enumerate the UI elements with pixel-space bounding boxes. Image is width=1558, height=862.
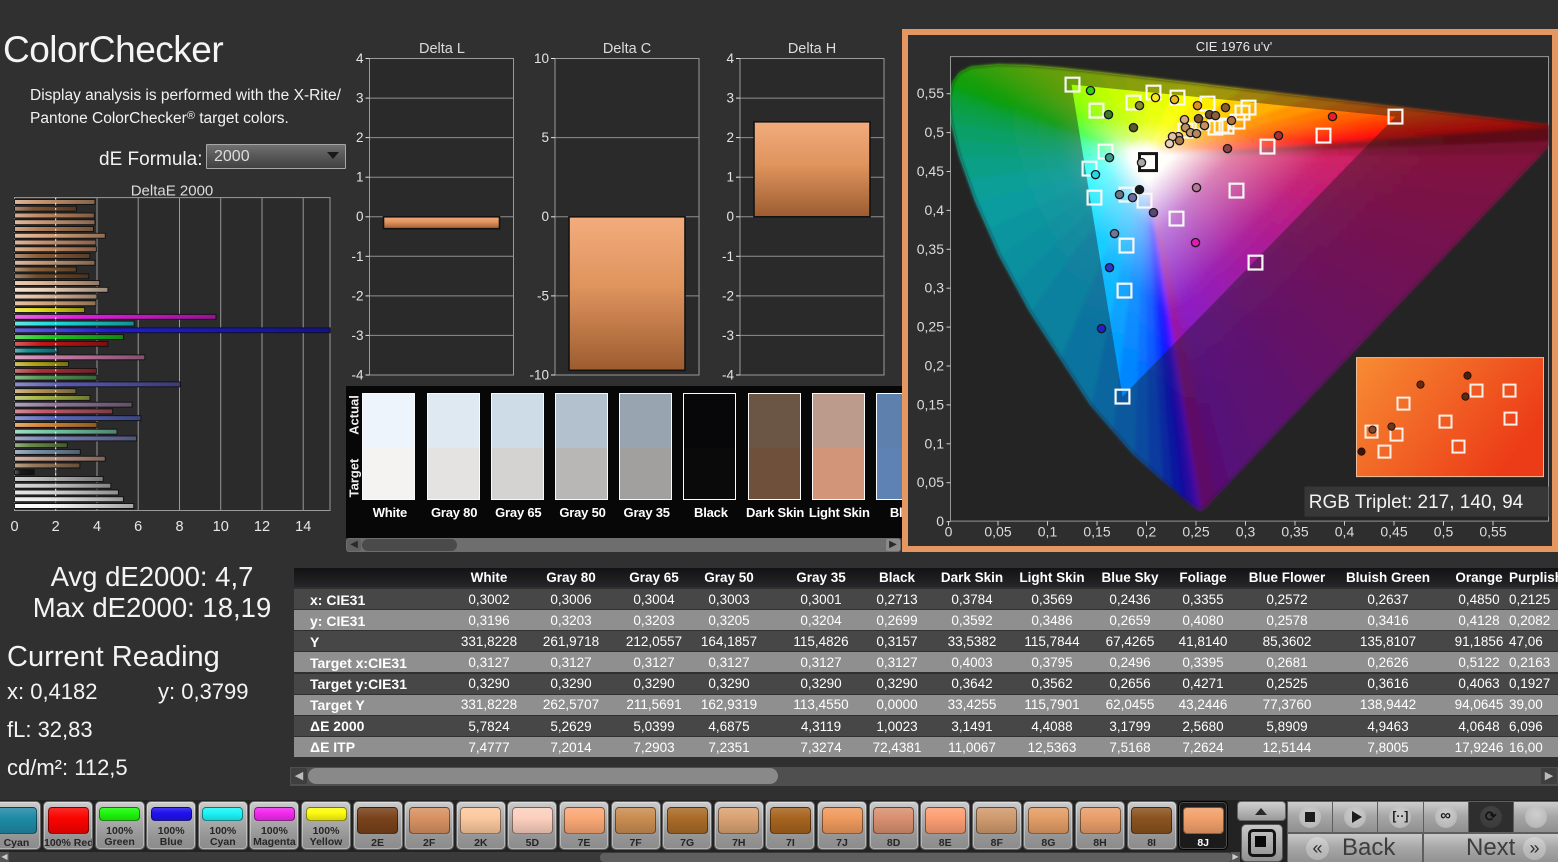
svg-text:0,05: 0,05	[917, 474, 944, 490]
svg-text:0,45: 0,45	[917, 163, 944, 179]
svg-text:-3: -3	[722, 328, 734, 343]
svg-text:14: 14	[295, 519, 311, 535]
svg-text:0,5: 0,5	[925, 124, 945, 140]
svg-text:0,5: 0,5	[1434, 524, 1454, 540]
svg-text:-4: -4	[351, 368, 363, 383]
svg-text:2: 2	[726, 130, 734, 145]
svg-text:2: 2	[356, 130, 364, 145]
svg-text:3: 3	[726, 91, 734, 106]
svg-text:Delta C: Delta C	[603, 41, 651, 57]
svg-text:4: 4	[726, 51, 734, 66]
svg-text:12: 12	[254, 519, 270, 535]
svg-text:0,4: 0,4	[1335, 524, 1355, 540]
svg-text:6: 6	[134, 519, 142, 535]
svg-text:Delta H: Delta H	[788, 41, 836, 57]
svg-text:10: 10	[213, 519, 229, 535]
svg-text:0,3: 0,3	[1236, 524, 1256, 540]
svg-text:4: 4	[93, 519, 101, 535]
svg-text:0: 0	[726, 209, 734, 224]
svg-text:-3: -3	[351, 328, 363, 343]
svg-text:5: 5	[541, 130, 549, 145]
svg-text:-2: -2	[351, 288, 363, 303]
svg-text:0,1: 0,1	[925, 435, 945, 451]
svg-text:CIE 1976 u'v': CIE 1976 u'v'	[1196, 39, 1273, 54]
svg-text:0,05: 0,05	[984, 524, 1011, 540]
svg-text:0,2: 0,2	[925, 358, 945, 374]
svg-text:-2: -2	[722, 288, 734, 303]
svg-text:0,55: 0,55	[917, 85, 944, 101]
svg-text:0,3: 0,3	[925, 280, 945, 296]
svg-text:0: 0	[936, 513, 944, 529]
svg-text:-10: -10	[529, 368, 549, 383]
svg-text:0,25: 0,25	[1182, 524, 1209, 540]
svg-text:1: 1	[356, 170, 364, 185]
svg-text:Delta L: Delta L	[419, 41, 465, 57]
svg-text:0,2: 0,2	[1137, 524, 1157, 540]
svg-text:RGB Triplet: 217, 140, 94: RGB Triplet: 217, 140, 94	[1309, 492, 1524, 513]
svg-text:3: 3	[356, 91, 364, 106]
svg-text:0,1: 0,1	[1038, 524, 1058, 540]
svg-text:-5: -5	[537, 288, 549, 303]
svg-text:0,45: 0,45	[1380, 524, 1407, 540]
svg-text:0: 0	[10, 519, 18, 535]
svg-text:0,55: 0,55	[1479, 524, 1506, 540]
svg-text:0,25: 0,25	[917, 319, 944, 335]
svg-text:2: 2	[52, 519, 60, 535]
svg-text:1: 1	[726, 170, 734, 185]
svg-text:0,35: 0,35	[1281, 524, 1308, 540]
svg-text:10: 10	[534, 51, 549, 66]
svg-text:0,35: 0,35	[917, 241, 944, 257]
svg-text:4: 4	[356, 51, 364, 66]
svg-text:0: 0	[541, 209, 549, 224]
svg-text:0: 0	[356, 209, 364, 224]
svg-text:-1: -1	[351, 249, 363, 264]
svg-text:-4: -4	[722, 368, 734, 383]
svg-text:0,15: 0,15	[917, 396, 944, 412]
svg-text:-1: -1	[722, 249, 734, 264]
svg-text:0,15: 0,15	[1083, 524, 1110, 540]
svg-text:8: 8	[175, 519, 183, 535]
svg-text:0,4: 0,4	[925, 202, 945, 218]
svg-text:DeltaE 2000: DeltaE 2000	[131, 183, 214, 200]
svg-text:0: 0	[945, 524, 953, 540]
